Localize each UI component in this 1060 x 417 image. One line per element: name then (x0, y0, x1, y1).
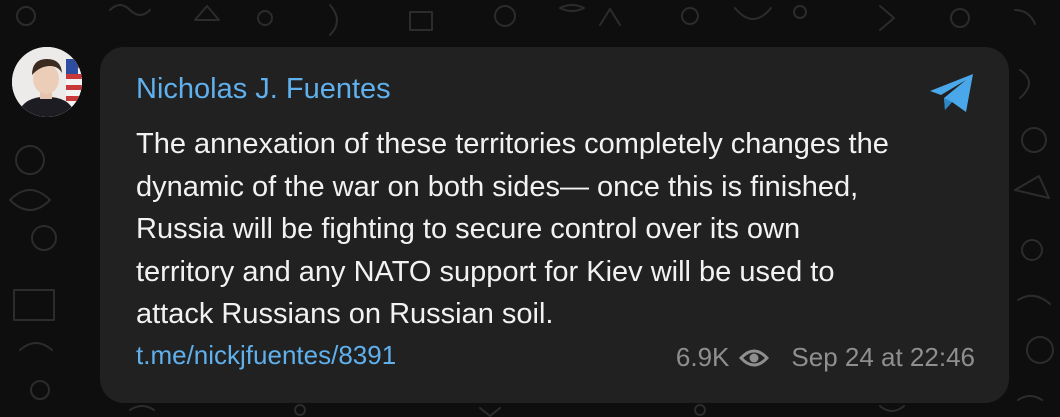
message-line: Russia will be fighting to secure contro… (136, 213, 801, 245)
telegram-share-icon[interactable] (928, 71, 976, 115)
message-line: dynamic of the war on both sides— once t… (136, 170, 859, 203)
sender-name[interactable]: Nicholas J. Fuentes (136, 73, 391, 106)
message-bubble: Nicholas J. Fuentes The annexation of th… (100, 47, 1009, 403)
view-count: 6.9K (675, 342, 730, 372)
message-line: The annexation of these territories comp… (136, 128, 889, 160)
post-meta: 6.9K Sep 24 at 22:46 (676, 342, 975, 373)
message-line: territory and any NATO support for Kiev … (136, 255, 835, 288)
avatar[interactable] (12, 47, 82, 117)
message-line: attack Russians on Russian soil. (136, 298, 554, 330)
avatar-image (12, 47, 82, 117)
message-text: The annexation of these territories comp… (136, 123, 996, 336)
post-link[interactable]: t.me/nickjfuentes/8391 (136, 340, 396, 371)
timestamp: Sep 24 at 22:46 (791, 342, 975, 372)
eye-icon (739, 349, 770, 366)
